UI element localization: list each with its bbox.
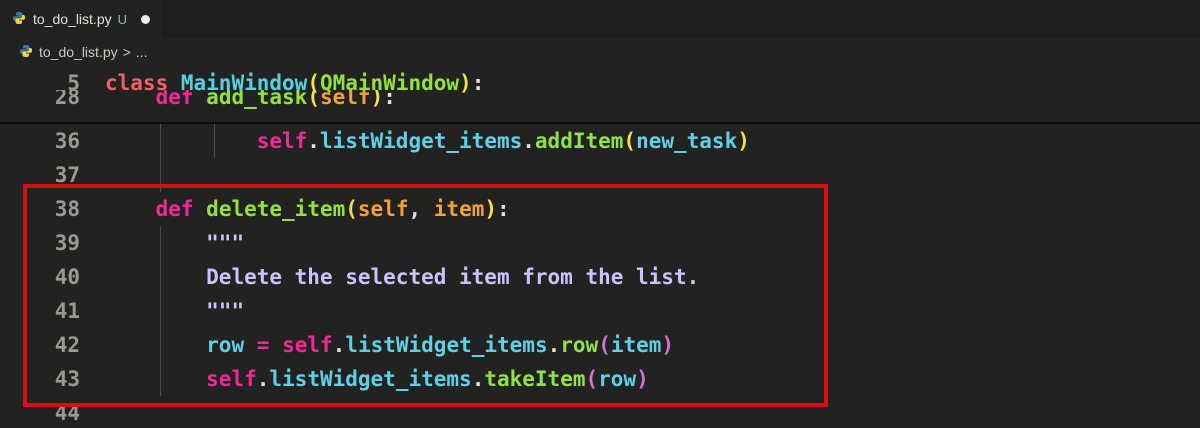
keyword: def bbox=[155, 90, 194, 109]
code-line-36: 36 self.listWidget_items.addItem(new_tas… bbox=[0, 124, 1200, 158]
line-number: 28 bbox=[54, 90, 80, 109]
function-name: add_task bbox=[206, 90, 308, 109]
breadcrumb-file[interactable]: to_do_list.py bbox=[39, 44, 118, 60]
code-line-28: 28 def add_task(self): bbox=[0, 90, 1200, 114]
unsaved-dot-icon[interactable] bbox=[141, 14, 150, 24]
tab-bar: to_do_list.py U bbox=[0, 0, 1200, 40]
line-number: 36 bbox=[54, 129, 80, 153]
python-icon bbox=[12, 11, 26, 28]
code-editor[interactable]: 5 class MainWindow(QMainWindow): 28 def … bbox=[0, 66, 1200, 428]
breadcrumb-more[interactable]: ... bbox=[136, 44, 148, 60]
breadcrumb: to_do_list.py > ... bbox=[0, 38, 1200, 66]
git-status-badge: U bbox=[117, 11, 127, 27]
editor-tab[interactable]: to_do_list.py U bbox=[0, 0, 162, 40]
python-icon bbox=[19, 44, 33, 61]
highlight-box bbox=[23, 184, 828, 407]
chevron-right-icon: > bbox=[122, 44, 131, 60]
tab-filename: to_do_list.py bbox=[33, 11, 112, 27]
parameter: self bbox=[319, 90, 371, 109]
